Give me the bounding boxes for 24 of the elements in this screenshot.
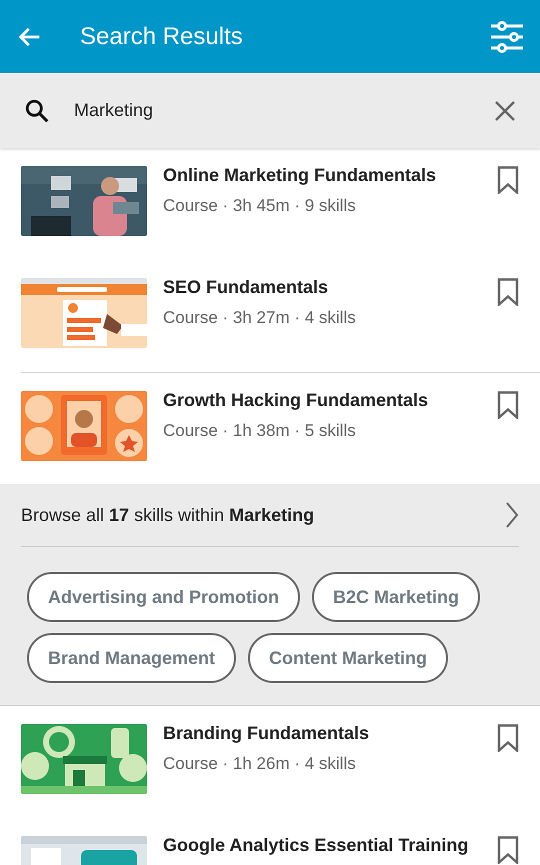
browse-skills-link[interactable]: Browse all 17 skills within Marketing [21, 502, 505, 528]
course-title[interactable]: Online Marketing Fundamentals [163, 164, 497, 186]
screen-title: Search Results [80, 22, 243, 52]
course-title[interactable]: Branding Fundamentals [163, 722, 497, 744]
skill-chip[interactable]: Brand Management [27, 633, 236, 683]
bookmark-icon[interactable] [497, 391, 519, 419]
course-title[interactable]: SEO Fundamentals [163, 276, 497, 298]
course-details: Course · 3h 45m · 9 skills [163, 195, 357, 217]
bookmark-icon[interactable] [497, 278, 519, 306]
bookmark-icon[interactable] [497, 724, 519, 752]
course-details: Course · 3h 27m · 4 skills [163, 307, 357, 329]
chevron-right-icon[interactable] [505, 501, 519, 529]
skill-chip[interactable]: Content Marketing [248, 633, 448, 683]
skill-chip[interactable]: Advertising and Promotion [27, 572, 300, 622]
skill-chip[interactable]: B2C Marketing [312, 572, 480, 622]
search-icon [24, 98, 50, 124]
bookmark-icon[interactable] [497, 836, 519, 864]
course-title[interactable]: Growth Hacking Fundamentals [163, 389, 497, 411]
bookmark-icon[interactable] [497, 166, 519, 194]
close-icon[interactable] [494, 100, 516, 122]
course-details: Course · 1h 26m · 4 skills [163, 753, 357, 775]
course-details: Course · 1h 38m · 5 skills [163, 420, 357, 442]
course-title[interactable]: Google Analytics Essential Training [163, 834, 497, 856]
filter-icon[interactable] [490, 20, 524, 52]
